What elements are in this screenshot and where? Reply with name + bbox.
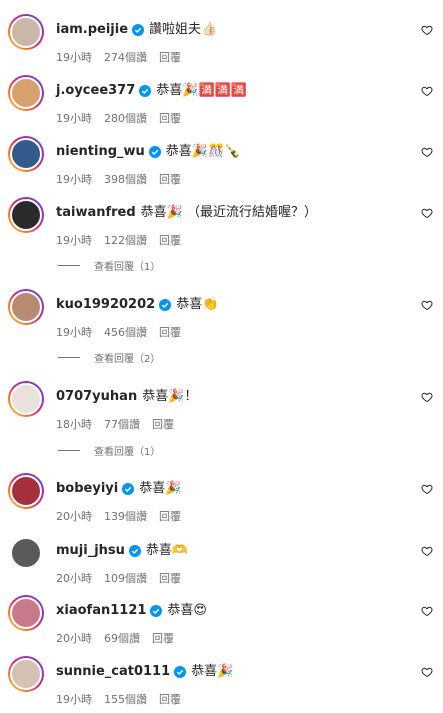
avatar[interactable] <box>8 656 44 692</box>
comment-username[interactable]: bobeyiyi <box>56 480 118 498</box>
verified-badge-icon <box>128 545 141 557</box>
replies-divider <box>58 357 80 358</box>
avatar-image <box>10 597 42 629</box>
avatar[interactable] <box>8 289 44 325</box>
verified-badge-icon <box>174 666 187 678</box>
avatar-image <box>10 475 42 507</box>
comment-text: 恭喜👏 <box>176 297 219 312</box>
comment-time: 18小時 <box>56 418 92 431</box>
comment-text: 恭喜🎉 <box>139 481 182 496</box>
comment-text: 恭喜🎉🈵🈵🈵 <box>156 83 248 98</box>
avatar[interactable] <box>8 595 44 631</box>
comment-time: 20小時 <box>56 572 92 585</box>
avatar-image <box>10 138 42 170</box>
comment-username[interactable]: muji_jhsu <box>56 542 125 560</box>
comment-text: 恭喜🎉 （最近流行結婚喔？） <box>140 205 317 220</box>
view-replies-button[interactable]: 查看回覆（2） <box>58 350 160 365</box>
reply-button[interactable]: 回覆 <box>159 49 181 65</box>
heart-icon[interactable] <box>421 483 433 495</box>
comment-time: 19小時 <box>56 234 92 247</box>
comment-username[interactable]: kuo19920202 <box>56 296 155 314</box>
comment-likes[interactable]: 122個讚 <box>104 232 147 248</box>
avatar[interactable] <box>8 14 44 50</box>
comment-time: 19小時 <box>56 326 92 339</box>
comment-username[interactable]: 0707yuhan <box>56 388 137 406</box>
verified-badge-icon <box>159 299 172 311</box>
avatar-image <box>10 383 42 415</box>
avatar[interactable] <box>8 75 44 111</box>
comment-text: 恭喜🎉 <box>191 664 234 679</box>
comment-text: 恭喜🫶 <box>145 543 189 558</box>
avatar-image <box>10 291 42 323</box>
heart-icon[interactable] <box>421 545 433 557</box>
avatar[interactable] <box>8 381 44 417</box>
verified-badge-icon <box>148 146 161 158</box>
view-replies-label: 查看回覆（1） <box>94 262 161 273</box>
comment-username[interactable]: iam.peijie <box>56 21 128 39</box>
avatar[interactable] <box>8 136 44 172</box>
comment-likes[interactable]: 155個讚 <box>104 691 147 707</box>
comment-time: 20小時 <box>56 632 92 645</box>
view-replies-label: 查看回覆（2） <box>94 354 161 365</box>
comment-username[interactable]: sunnie_cat0111 <box>56 663 170 681</box>
view-replies-button[interactable]: 查看回覆（1） <box>58 258 160 273</box>
comment-likes[interactable]: 280個讚 <box>104 110 147 126</box>
avatar-image <box>10 16 42 48</box>
comment-likes[interactable]: 69個讚 <box>104 630 140 646</box>
comment-username[interactable]: j.oycee377 <box>56 82 135 100</box>
comment-text: 恭喜🎉！ <box>142 389 198 404</box>
reply-button[interactable]: 回覆 <box>159 570 181 586</box>
view-replies-label: 查看回覆（1） <box>94 447 161 458</box>
heart-icon[interactable] <box>421 24 433 36</box>
verified-badge-icon <box>150 605 163 617</box>
verified-badge-icon <box>132 24 145 36</box>
heart-icon[interactable] <box>421 146 433 158</box>
comment-time: 19小時 <box>56 51 92 64</box>
comment-likes[interactable]: 139個讚 <box>104 508 147 524</box>
comment-likes[interactable]: 398個讚 <box>104 171 147 187</box>
verified-badge-icon <box>139 85 152 97</box>
comment-time: 19小時 <box>56 112 92 125</box>
replies-divider <box>58 265 80 266</box>
comment-text: 恭喜😍 <box>167 603 207 618</box>
heart-icon[interactable] <box>421 85 433 97</box>
comment-likes[interactable]: 274個讚 <box>104 49 147 65</box>
heart-icon[interactable] <box>421 605 433 617</box>
comment-username[interactable]: nienting_wu <box>56 143 145 161</box>
reply-button[interactable]: 回覆 <box>152 416 174 432</box>
view-replies-button[interactable]: 查看回覆（1） <box>58 443 160 458</box>
avatar-image <box>10 77 42 109</box>
comment-time: 19小時 <box>56 693 92 706</box>
reply-button[interactable]: 回覆 <box>159 324 181 340</box>
comment-username[interactable]: taiwanfred <box>56 204 136 222</box>
reply-button[interactable]: 回覆 <box>159 110 181 126</box>
heart-icon[interactable] <box>421 666 433 678</box>
avatar-image <box>10 658 42 690</box>
heart-icon[interactable] <box>421 207 433 219</box>
comment-likes[interactable]: 456個讚 <box>104 324 147 340</box>
heart-icon[interactable] <box>421 391 433 403</box>
comment-username[interactable]: xiaofan1121 <box>56 602 146 620</box>
comment-time: 20小時 <box>56 510 92 523</box>
comment-text: 恭喜🎉🎊🍾 <box>165 144 241 159</box>
avatar-image <box>10 199 42 231</box>
reply-button[interactable]: 回覆 <box>159 232 181 248</box>
replies-divider <box>58 450 80 451</box>
comment-likes[interactable]: 109個讚 <box>104 570 147 586</box>
comment-text: 讚啦姐夫👍🏻 <box>149 22 218 37</box>
reply-button[interactable]: 回覆 <box>159 171 181 187</box>
verified-badge-icon <box>122 483 135 495</box>
avatar[interactable] <box>8 535 44 571</box>
comment-time: 19小時 <box>56 173 92 186</box>
reply-button[interactable]: 回覆 <box>159 508 181 524</box>
reply-button[interactable]: 回覆 <box>152 630 174 646</box>
avatar-image <box>10 537 42 569</box>
heart-icon[interactable] <box>421 299 433 311</box>
avatar[interactable] <box>8 197 44 233</box>
avatar[interactable] <box>8 473 44 509</box>
comment-likes[interactable]: 77個讚 <box>104 416 140 432</box>
reply-button[interactable]: 回覆 <box>159 691 181 707</box>
